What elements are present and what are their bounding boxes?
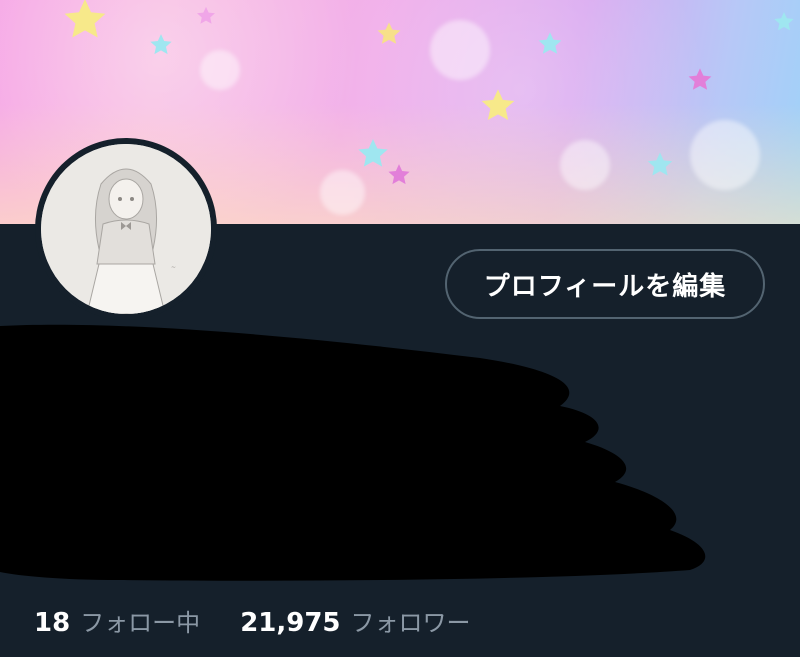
followers-count: 21,975 [240,607,341,638]
star-icon [647,152,673,176]
star-icon [197,6,215,24]
star-icon [377,22,401,44]
bokeh-light [690,120,760,190]
followers-link[interactable]: 21,975 フォロワー [240,603,470,638]
bokeh-light [430,20,490,80]
redaction-overlay [0,324,706,581]
svg-text:~: ~ [171,264,176,271]
following-link[interactable]: 18 フォロー中 [34,603,200,638]
star-icon [774,12,794,31]
follow-stats: 18 フォロー中 21,975 フォロワー [34,600,471,640]
star-icon [688,68,712,90]
edit-profile-button[interactable]: プロフィールを編集 [445,249,765,319]
bokeh-light [560,140,610,190]
avatar-illustration-icon: ~ [41,144,211,314]
bokeh-light [200,50,240,90]
star-icon [481,89,515,120]
bokeh-light [320,170,365,215]
avatar[interactable]: ~ [41,144,211,314]
star-icon [150,34,172,55]
star-icon [388,164,410,185]
star-icon [64,0,106,38]
star-icon [538,32,562,54]
following-count: 18 [34,607,71,638]
followers-label: フォロワー [350,608,471,637]
following-label: フォロー中 [80,608,201,637]
